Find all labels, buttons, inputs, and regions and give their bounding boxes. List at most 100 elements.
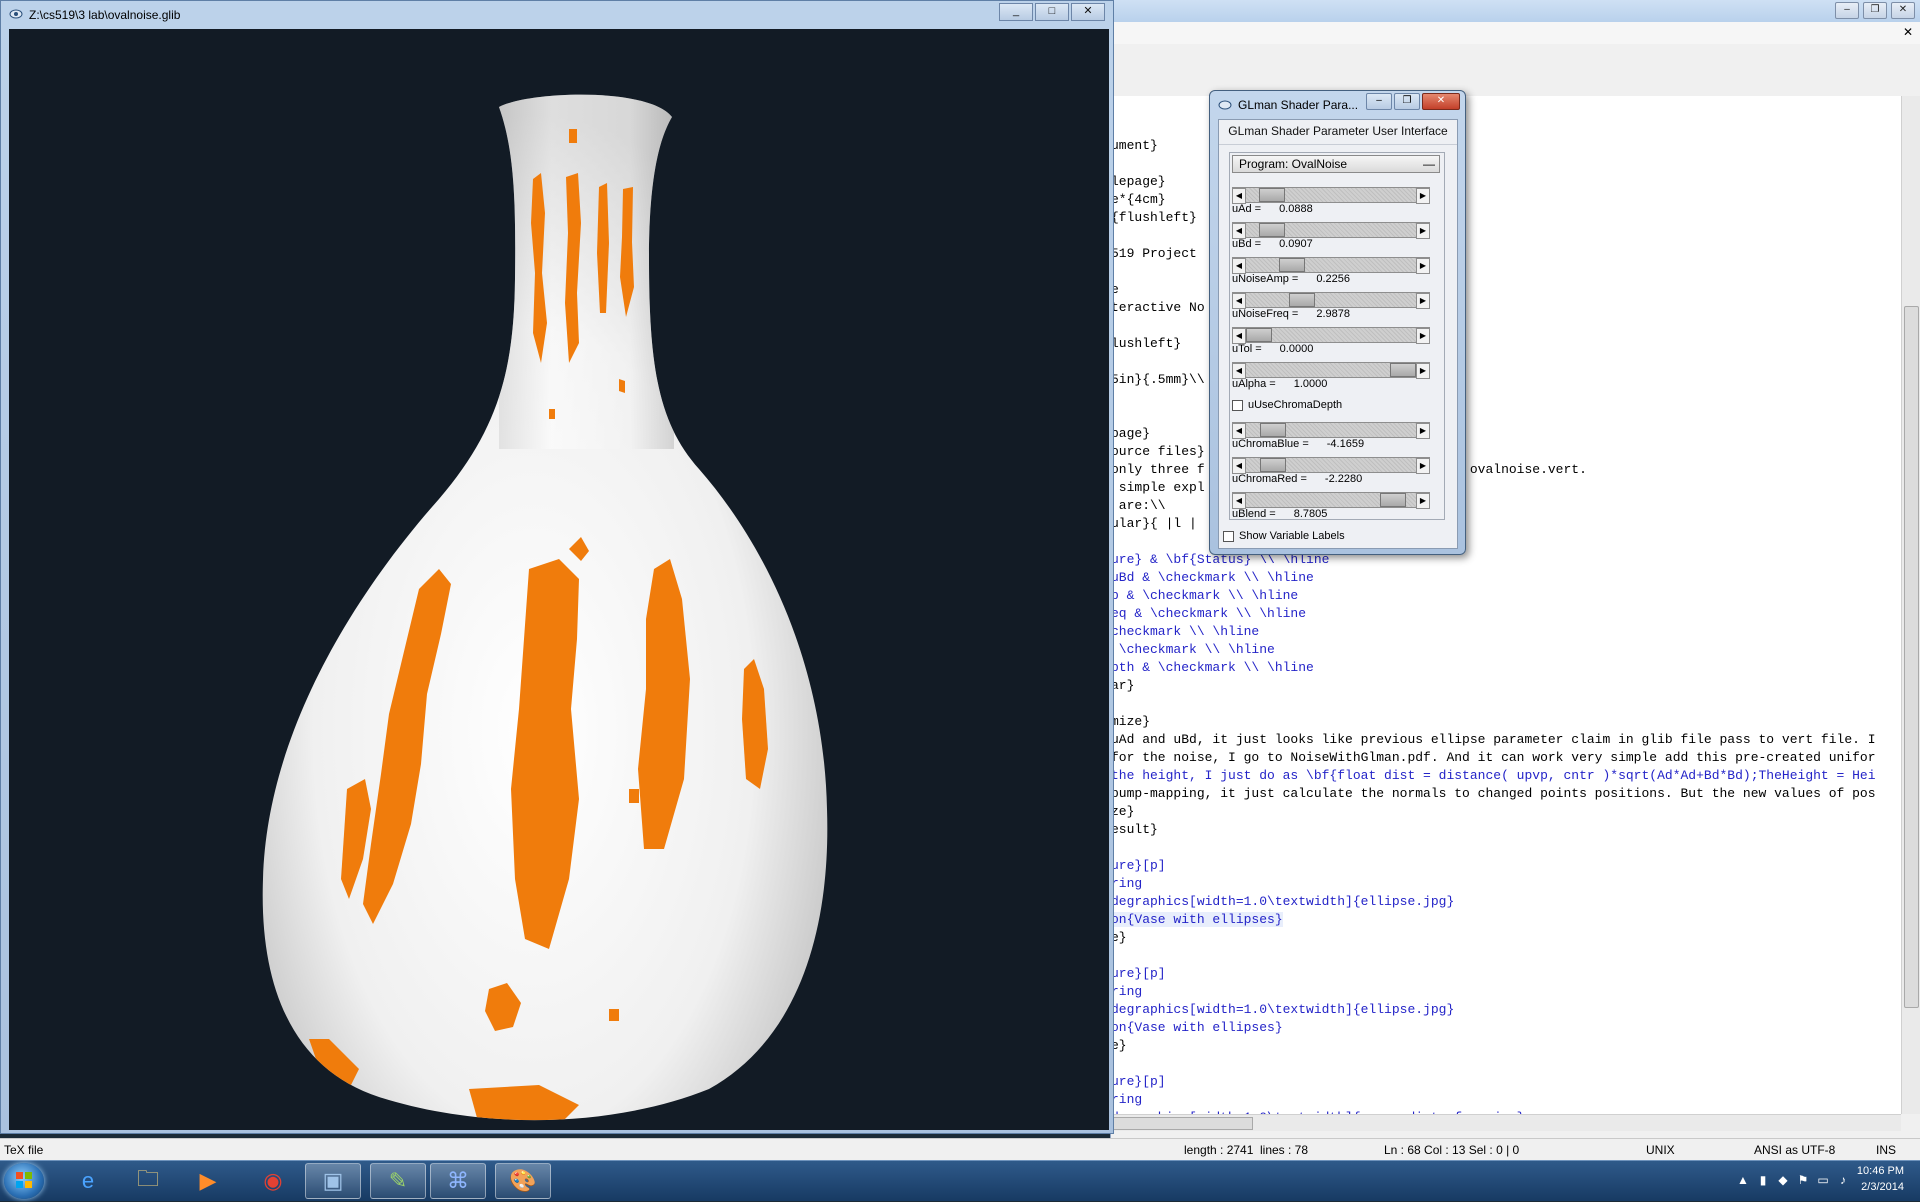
- editor-line: ring: [1111, 876, 1143, 891]
- editor-line: page}: [1111, 426, 1151, 441]
- slider-left-arrow-icon[interactable]: ◀: [1232, 223, 1246, 239]
- slider-left-arrow-icon[interactable]: ◀: [1232, 188, 1246, 204]
- gl-render-canvas[interactable]: [9, 29, 1109, 1130]
- param-slider-thumb[interactable]: [1260, 458, 1287, 472]
- editor-line: ring: [1111, 1092, 1143, 1107]
- glman-minimize-button[interactable]: _: [999, 3, 1033, 21]
- param-value: -2.2280: [1324, 473, 1363, 485]
- tray-show-hidden-icon[interactable]: ▲: [1736, 1173, 1750, 1187]
- editor-line: mize}: [1111, 714, 1151, 729]
- slider-left-arrow-icon[interactable]: ◀: [1232, 258, 1246, 274]
- slider-right-arrow-icon[interactable]: ▶: [1416, 423, 1430, 439]
- param-slider-thumb[interactable]: [1390, 363, 1416, 377]
- slider-left-arrow-icon[interactable]: ◀: [1232, 458, 1246, 474]
- start-button[interactable]: [4, 1163, 44, 1199]
- param-slider-track[interactable]: ◀ ▶: [1232, 257, 1430, 274]
- param-slider-thumb[interactable]: [1258, 188, 1285, 202]
- taskbar-media-player-button[interactable]: ▶: [180, 1163, 236, 1199]
- notepad-plus-plus-icon: ✎: [388, 1168, 408, 1193]
- editor-line: are:\\: [1111, 498, 1166, 513]
- clock-time[interactable]: 10:46 PM: [1857, 1165, 1904, 1177]
- param-slider-thumb[interactable]: [1279, 258, 1306, 272]
- tray-nvidia-icon[interactable]: ◆: [1776, 1173, 1790, 1187]
- param-slider-track[interactable]: ◀ ▶: [1232, 292, 1430, 309]
- editor-line: ular}{ |l |: [1111, 516, 1197, 531]
- shader-minimize-button[interactable]: –: [1366, 93, 1392, 110]
- param-value: 8.7805: [1293, 508, 1328, 520]
- param-name: uChromaRed =: [1232, 473, 1307, 485]
- editor-minimize-button[interactable]: –: [1835, 2, 1859, 19]
- param-name: uChromaBlue =: [1232, 438, 1309, 450]
- taskbar-network-button[interactable]: ⌘: [430, 1163, 486, 1199]
- param-slider-track[interactable]: ◀ ▶: [1232, 422, 1430, 439]
- slider-right-arrow-icon[interactable]: ▶: [1416, 363, 1430, 379]
- program-rollout-button[interactable]: Program: OvalNoise —: [1232, 155, 1440, 173]
- editor-vertical-scroll-thumb[interactable]: [1904, 306, 1919, 1008]
- taskbar-glman-button[interactable]: ▣: [305, 1163, 361, 1199]
- status-lines: lines : 78: [1260, 1143, 1309, 1157]
- editor-line: simple expl: [1111, 480, 1205, 495]
- slider-right-arrow-icon[interactable]: ▶: [1416, 493, 1430, 509]
- param-name: uTol =: [1232, 343, 1262, 355]
- slider-left-arrow-icon[interactable]: ◀: [1232, 363, 1246, 379]
- param-slider-track[interactable]: ◀ ▶: [1232, 457, 1430, 474]
- clock-date[interactable]: 2/3/2014: [1861, 1181, 1904, 1193]
- editor-maximize-button[interactable]: ❐: [1863, 2, 1887, 19]
- tray-flag-icon[interactable]: ⚑: [1796, 1173, 1810, 1187]
- editor-close-button[interactable]: ✕: [1891, 2, 1915, 19]
- param-slider-track[interactable]: ◀ ▶: [1232, 187, 1430, 204]
- status-bar: TeX file length : 2741 lines : 78 Ln : 6…: [0, 1138, 1920, 1161]
- shader-close-button[interactable]: ✕: [1422, 93, 1460, 110]
- slider-right-arrow-icon[interactable]: ▶: [1416, 223, 1430, 239]
- slider-right-arrow-icon[interactable]: ▶: [1416, 188, 1430, 204]
- glman-close-button[interactable]: ✕: [1071, 3, 1105, 21]
- glman-maximize-button[interactable]: □: [1035, 3, 1069, 21]
- param-slider-thumb[interactable]: [1246, 328, 1272, 342]
- editor-line: degraphics[width=1.0\textwidth]{ellipse.…: [1111, 1002, 1455, 1017]
- slider-left-arrow-icon[interactable]: ◀: [1232, 423, 1246, 439]
- taskbar-paint-button[interactable]: 🎨: [495, 1163, 551, 1199]
- param-slider-row: ◀ ▶ uAlpha = 1.0000: [1232, 358, 1442, 393]
- slider-right-arrow-icon[interactable]: ▶: [1416, 328, 1430, 344]
- status-file-type: TeX file: [4, 1143, 44, 1157]
- editor-line: lushleft}: [1111, 336, 1182, 351]
- editor-vertical-scrollbar[interactable]: [1901, 96, 1920, 1114]
- slider-left-arrow-icon[interactable]: ◀: [1232, 493, 1246, 509]
- editor-line: for the noise, I go to NoiseWithGlman.pd…: [1111, 750, 1876, 765]
- taskbar-chrome-button[interactable]: ◉: [245, 1163, 301, 1199]
- param-slider-track[interactable]: ◀ ▶: [1232, 222, 1430, 239]
- slider-right-arrow-icon[interactable]: ▶: [1416, 258, 1430, 274]
- slider-left-arrow-icon[interactable]: ◀: [1232, 293, 1246, 309]
- param-slider-thumb[interactable]: [1260, 423, 1287, 437]
- param-slider-thumb[interactable]: [1379, 493, 1406, 507]
- tray-monitor-icon[interactable]: ▭: [1816, 1173, 1830, 1187]
- show-variable-labels-checkbox[interactable]: Show Variable Labels: [1223, 530, 1345, 542]
- editor-line: pth & \checkmark \\ \hline: [1111, 660, 1314, 675]
- glman-icon: ▣: [322, 1168, 344, 1193]
- use-chroma-depth-checkbox[interactable]: uUseChromaDepth: [1232, 399, 1342, 411]
- paint-icon: 🎨: [509, 1168, 537, 1193]
- slider-right-arrow-icon[interactable]: ▶: [1416, 293, 1430, 309]
- tray-network-icon[interactable]: ▮: [1756, 1173, 1770, 1187]
- editor-line: esult}: [1111, 822, 1158, 837]
- param-value: 0.0888: [1279, 203, 1313, 215]
- slider-left-arrow-icon[interactable]: ◀: [1232, 328, 1246, 344]
- slider-right-arrow-icon[interactable]: ▶: [1416, 458, 1430, 474]
- editor-horizontal-scroll-thumb[interactable]: [1111, 1117, 1253, 1130]
- shader-maximize-button[interactable]: ❐: [1394, 93, 1420, 110]
- editor-horizontal-scrollbar[interactable]: [1111, 1114, 1901, 1131]
- editor-line: p & \checkmark \\ \hline: [1111, 588, 1299, 603]
- tray-volume-icon[interactable]: ♪: [1836, 1173, 1850, 1187]
- editor-doc-close-icon[interactable]: ✕: [1903, 25, 1913, 39]
- param-label: uBlend = 8.7805: [1232, 508, 1327, 520]
- param-slider-track[interactable]: ◀ ▶: [1232, 362, 1430, 379]
- param-name: uNoiseFreq =: [1232, 308, 1299, 320]
- param-slider-track[interactable]: ◀ ▶: [1232, 492, 1430, 509]
- param-slider-track[interactable]: ◀ ▶: [1232, 327, 1430, 344]
- taskbar-file-explorer-button[interactable]: 🗀: [120, 1163, 176, 1199]
- param-slider-thumb[interactable]: [1258, 223, 1285, 237]
- taskbar-notepad-plus-plus-button[interactable]: ✎: [370, 1163, 426, 1199]
- param-slider-row: ◀ ▶ uTol = 0.0000: [1232, 323, 1442, 358]
- param-slider-thumb[interactable]: [1289, 293, 1316, 307]
- taskbar-internet-explorer-button[interactable]: e: [60, 1163, 116, 1199]
